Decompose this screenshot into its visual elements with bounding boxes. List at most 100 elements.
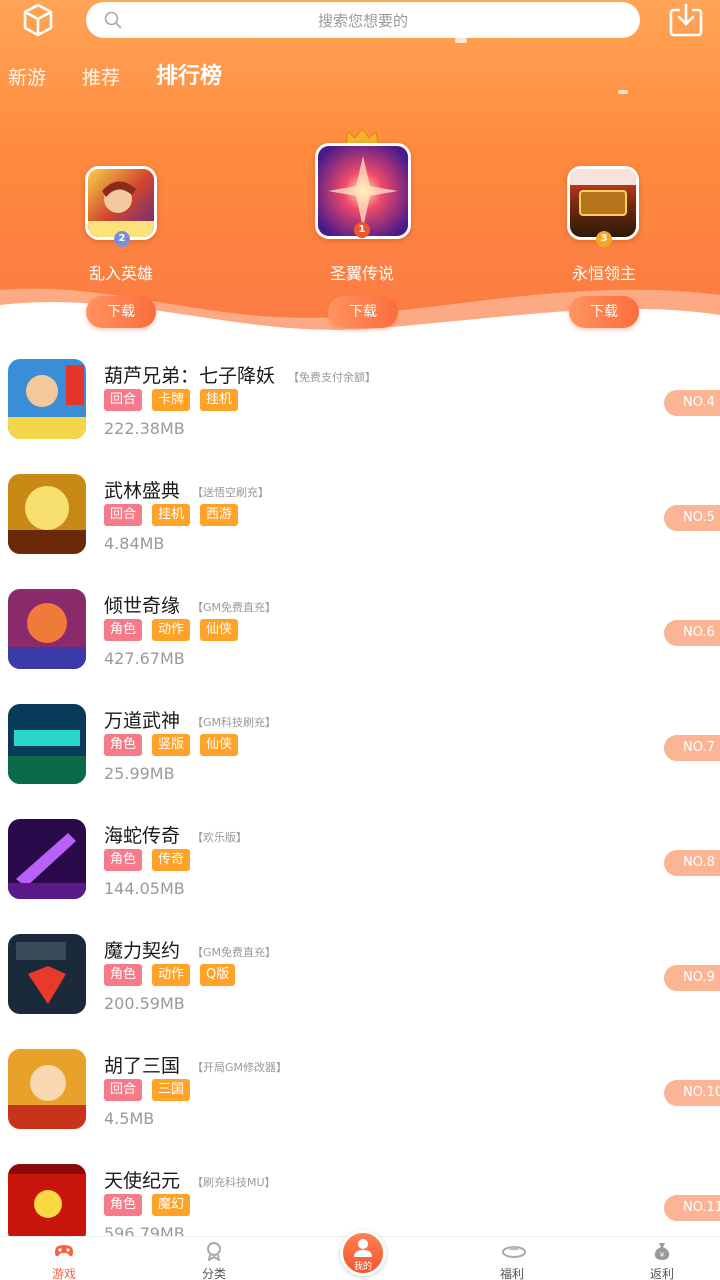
game-size: 144.05MB bbox=[104, 879, 185, 898]
game-name: 圣翼传说 bbox=[329, 264, 394, 283]
list-item[interactable]: 倾世奇缘 【GM免费直充】 角色 动作 仙侠 427.67MB NO.6 bbox=[0, 575, 720, 690]
game-subtitle: 【GM免费直充】 bbox=[192, 601, 277, 614]
tag: 角色 bbox=[104, 619, 143, 641]
game-icon bbox=[8, 704, 86, 784]
tag: 仙侠 bbox=[200, 619, 239, 641]
tag-list: 回合 挂机 西游 bbox=[104, 504, 248, 526]
tag-list: 回合 三国 bbox=[104, 1079, 200, 1101]
tag-list: 角色 魔幻 bbox=[104, 1194, 200, 1216]
rank-badge: 3 bbox=[596, 231, 612, 247]
tag: 角色 bbox=[104, 734, 143, 756]
tag: 挂机 bbox=[200, 389, 239, 411]
game-icon[interactable] bbox=[85, 166, 157, 240]
tag-list: 回合 卡牌 挂机 bbox=[104, 389, 248, 411]
game-subtitle: 【开局GM修改器】 bbox=[192, 1061, 288, 1074]
game-size: 427.67MB bbox=[104, 649, 185, 668]
game-name: 永恒领主 bbox=[571, 264, 636, 283]
nav-label: 返利 bbox=[649, 1267, 674, 1280]
top-bar: 搜索您想要的 bbox=[0, 0, 720, 40]
game-subtitle: 【免费支付余额】 bbox=[288, 371, 376, 384]
gift-icon bbox=[502, 1246, 526, 1258]
rank-badge: NO.6 bbox=[664, 620, 720, 646]
rank-badge: NO.5 bbox=[664, 505, 720, 531]
tag: 角色 bbox=[104, 1194, 143, 1216]
game-subtitle: 【刷充科技MU】 bbox=[192, 1176, 276, 1189]
game-name: 倾世奇缘 bbox=[104, 595, 181, 617]
box-icon[interactable] bbox=[20, 2, 56, 38]
game-size: 25.99MB bbox=[104, 764, 175, 783]
game-name: 天使纪元 bbox=[104, 1170, 181, 1192]
game-size: 4.5MB bbox=[104, 1109, 155, 1128]
game-icon bbox=[8, 1164, 86, 1244]
game-name: 魔力契约 bbox=[104, 940, 181, 962]
rank-badge: NO.10 bbox=[664, 1080, 720, 1106]
game-subtitle: 【送悟空刷充】 bbox=[192, 486, 269, 499]
game-icon bbox=[8, 819, 86, 899]
nav-category[interactable]: 分类 bbox=[174, 1237, 254, 1280]
game-size: 200.59MB bbox=[104, 994, 185, 1013]
list-item[interactable]: 海蛇传奇 【欢乐版】 角色 传奇 144.05MB NO.8 bbox=[0, 805, 720, 920]
game-subtitle: 【GM免费直充】 bbox=[192, 946, 277, 959]
list-item[interactable]: 万道武神 【GM科技刷充】 角色 竖版 仙侠 25.99MB NO.7 bbox=[0, 690, 720, 805]
game-icon bbox=[8, 934, 86, 1014]
list-item[interactable]: 魔力契约 【GM免费直充】 角色 动作 Q版 200.59MB NO.9 bbox=[0, 920, 720, 1035]
list-item[interactable]: 胡了三国 【开局GM修改器】 回合 三国 4.5MB NO.10 bbox=[0, 1035, 720, 1150]
game-icon bbox=[8, 474, 86, 554]
download-icon[interactable] bbox=[668, 2, 704, 38]
game-icon[interactable] bbox=[567, 166, 639, 240]
tag: Q版 bbox=[200, 964, 236, 986]
tab-ranking[interactable]: 排行榜 bbox=[156, 58, 222, 90]
tag-list: 角色 竖版 仙侠 bbox=[104, 734, 248, 756]
download-button[interactable]: 下载 bbox=[328, 296, 398, 328]
game-name: 胡了三国 bbox=[104, 1055, 181, 1077]
download-button[interactable]: 下载 bbox=[569, 296, 639, 328]
tag: 动作 bbox=[152, 619, 191, 641]
tab-new-games[interactable]: 新游 bbox=[8, 63, 46, 90]
tag: 竖版 bbox=[152, 734, 191, 756]
rank-badge: 2 bbox=[114, 231, 130, 247]
rank-badge: NO.9 bbox=[664, 965, 720, 991]
tag: 三国 bbox=[152, 1079, 191, 1101]
tag: 传奇 bbox=[152, 849, 191, 871]
tag: 魔幻 bbox=[152, 1194, 191, 1216]
game-icon bbox=[8, 589, 86, 669]
game-name: 武林盛典 bbox=[104, 480, 181, 502]
nav-label: 游戏 bbox=[51, 1267, 76, 1280]
decor-dot bbox=[618, 90, 628, 94]
money-bag-icon: ¥ bbox=[654, 1243, 670, 1260]
search-icon bbox=[104, 11, 122, 29]
nav-welfare[interactable]: 福利 bbox=[472, 1237, 552, 1280]
game-icon bbox=[8, 1049, 86, 1129]
tag: 回合 bbox=[104, 389, 143, 411]
game-name: 乱入英雄 bbox=[88, 264, 153, 283]
game-subtitle: 【GM科技刷充】 bbox=[192, 716, 277, 729]
list-item[interactable]: 武林盛典 【送悟空刷充】 回合 挂机 西游 4.84MB NO.5 bbox=[0, 460, 720, 575]
svg-text:¥: ¥ bbox=[660, 1251, 665, 1259]
game-size: 4.84MB bbox=[104, 534, 165, 553]
search-bar[interactable]: 搜索您想要的 bbox=[86, 2, 640, 38]
category-icon bbox=[207, 1242, 221, 1261]
nav-rebate[interactable]: ¥ 返利 bbox=[622, 1237, 702, 1280]
tag-list: 角色 动作 仙侠 bbox=[104, 619, 248, 641]
tag-list: 角色 传奇 bbox=[104, 849, 200, 871]
tag: 动作 bbox=[152, 964, 191, 986]
game-size: 222.38MB bbox=[104, 419, 185, 438]
tag-list: 角色 动作 Q版 bbox=[104, 964, 245, 986]
tag: 回合 bbox=[104, 504, 143, 526]
game-name: 葫芦兄弟：七子降妖 bbox=[104, 365, 276, 387]
list-item[interactable]: 葫芦兄弟：七子降妖 【免费支付余额】 回合 卡牌 挂机 222.38MB NO.… bbox=[0, 345, 720, 460]
rank-badge: NO.4 bbox=[664, 390, 720, 416]
top-tabs: 新游 推荐 排行榜 bbox=[8, 56, 258, 90]
nav-label: 福利 bbox=[499, 1267, 524, 1280]
tag: 角色 bbox=[104, 849, 143, 871]
tag: 角色 bbox=[104, 964, 143, 986]
rank-badge: NO.11 bbox=[664, 1195, 720, 1221]
download-button[interactable]: 下载 bbox=[86, 296, 156, 328]
tab-recommend[interactable]: 推荐 bbox=[82, 63, 120, 90]
game-name: 海蛇传奇 bbox=[104, 825, 181, 847]
rank-badge: NO.8 bbox=[664, 850, 720, 876]
nav-label: 分类 bbox=[201, 1267, 226, 1280]
nav-mine[interactable]: 我的 bbox=[340, 1230, 386, 1276]
gamepad-icon bbox=[55, 1245, 73, 1257]
nav-games[interactable]: 游戏 bbox=[24, 1237, 104, 1280]
